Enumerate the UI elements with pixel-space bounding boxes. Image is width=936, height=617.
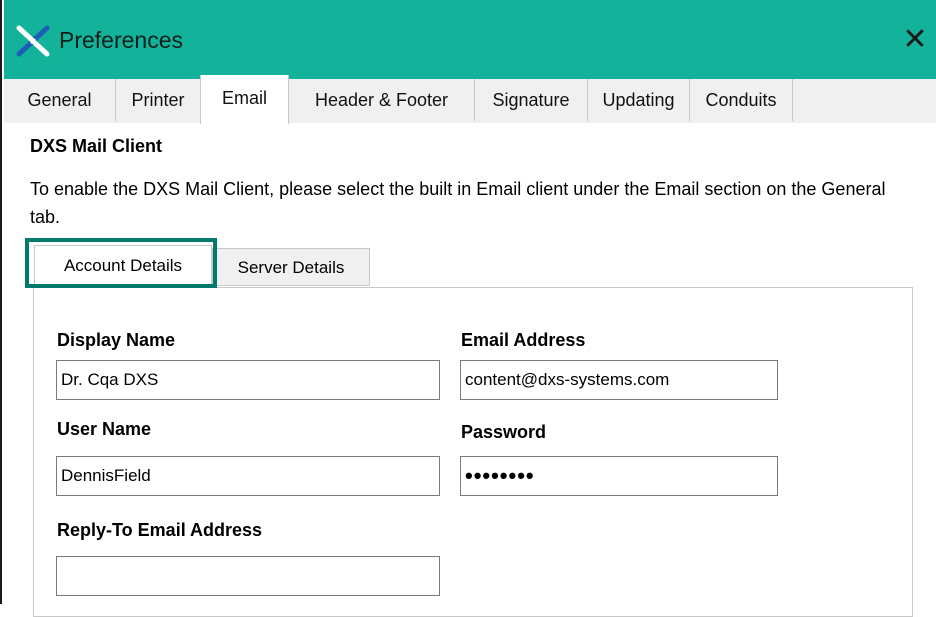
user-name-label: User Name [57, 419, 152, 439]
title-bar[interactable]: Preferences ✕ [4, 0, 936, 79]
section-title: DXS Mail Client [30, 136, 163, 156]
subtab-server-details[interactable]: Server Details [212, 248, 370, 286]
tab-header-footer[interactable]: Header & Footer [289, 79, 475, 121]
email-address-label: Email Address [461, 330, 586, 350]
app-logo-icon [16, 25, 50, 57]
tab-email[interactable]: Email [200, 75, 289, 124]
display-name-label: Display Name [57, 330, 176, 350]
email-tab-content: DXS Mail Client To enable the DXS Mail C… [4, 123, 936, 617]
account-details-panel: Display Name Dr. Cqa DXS Email Address c… [33, 287, 913, 617]
password-label: Password [461, 422, 547, 442]
window-title: Preferences [59, 27, 184, 53]
tab-general[interactable]: General [4, 79, 116, 121]
user-name-field[interactable]: DennisField [56, 456, 440, 496]
tab-conduits[interactable]: Conduits [690, 79, 793, 121]
tab-signature[interactable]: Signature [475, 79, 588, 121]
reply-to-field[interactable] [56, 556, 440, 596]
tab-printer[interactable]: Printer [116, 79, 201, 121]
preferences-window: Preferences ✕ General Printer Email Head… [0, 0, 936, 617]
info-text: To enable the DXS Mail Client, please se… [30, 179, 886, 227]
display-name-field[interactable]: Dr. Cqa DXS [56, 360, 440, 400]
tab-updating[interactable]: Updating [588, 79, 690, 121]
password-field[interactable]: •••••••• [460, 456, 778, 496]
highlight-box [25, 238, 217, 288]
email-address-field[interactable]: content@dxs-systems.com [460, 360, 778, 400]
reply-to-label: Reply-To Email Address [57, 520, 263, 540]
preferences-tabs: General Printer Email Header & Footer Si… [4, 75, 936, 124]
close-icon[interactable]: ✕ [898, 20, 932, 60]
